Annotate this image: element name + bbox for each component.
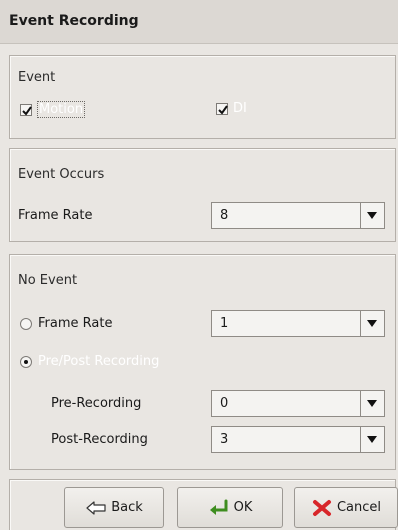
back-arrow-icon [85,499,107,517]
chevron-down-icon [360,427,384,452]
event-frame-rate-label: Frame Rate [18,208,93,223]
ok-return-icon [208,499,230,517]
pre-recording-select[interactable]: 0 [211,390,385,417]
pre-recording-value: 0 [220,396,229,411]
ok-label: OK [233,500,253,515]
pre-post-recording-radio[interactable]: Pre/Post Recording [20,354,159,369]
chevron-down-icon [360,391,384,416]
cancel-button[interactable]: Cancel [294,487,398,528]
no-event-frame-rate-select[interactable]: 1 [211,310,385,337]
checkmark-icon [20,103,32,116]
title-bar: Event Recording [0,0,398,44]
back-button[interactable]: Back [64,487,164,528]
motion-checkbox[interactable]: Motion [20,101,86,118]
pre-post-recording-label: Pre/Post Recording [38,354,160,369]
post-recording-select[interactable]: 3 [211,426,385,453]
back-label: Back [111,500,143,515]
page-title: Event Recording [9,13,139,29]
no-event-heading: No Event [18,273,78,288]
no-event-panel: No Event Frame Rate 1 Pre/Post Recording… [9,254,396,470]
di-label: DI [233,101,247,116]
event-panel: Event Motion DI [9,55,396,139]
di-checkbox[interactable]: DI [216,101,247,116]
cancel-label: Cancel [336,500,382,515]
frame-rate-radio[interactable]: Frame Rate [20,316,112,331]
post-recording-label: Post-Recording [51,432,148,447]
event-frame-rate-value: 8 [220,208,229,223]
chevron-down-icon [360,203,384,228]
radio-selected-icon [20,355,32,368]
motion-label: Motion [37,101,86,118]
pre-recording-label: Pre-Recording [51,396,142,411]
radio-empty-icon [20,317,32,330]
post-recording-value: 3 [220,432,229,447]
event-heading: Event [18,70,56,85]
event-frame-rate-select[interactable]: 8 [211,202,385,229]
event-occurs-heading: Event Occurs [18,167,105,182]
no-event-frame-rate-label: Frame Rate [38,316,113,331]
ok-button[interactable]: OK [177,487,283,528]
event-occurs-panel: Event Occurs Frame Rate 8 [9,148,396,242]
checkmark-icon [216,102,228,115]
no-event-frame-rate-value: 1 [220,316,229,331]
chevron-down-icon [360,311,384,336]
cancel-x-icon [311,499,333,517]
